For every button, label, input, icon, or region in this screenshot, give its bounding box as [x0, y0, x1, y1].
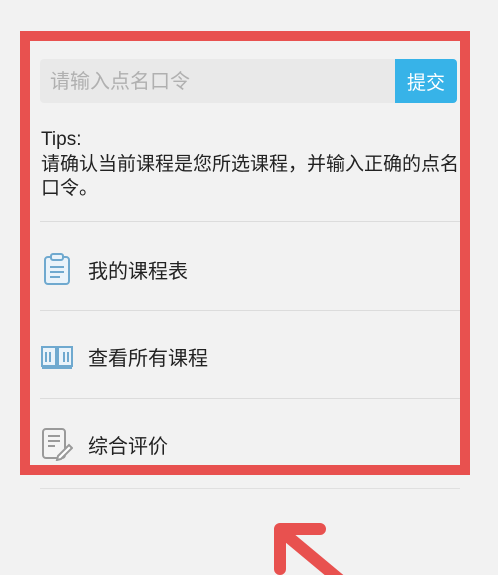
- arrow-annotation: [274, 523, 344, 575]
- highlight-frame: [20, 31, 470, 475]
- page: 提交 Tips: 请确认当前课程是您所选课程，并输入正确的点名口令。 我的课程表: [0, 0, 498, 575]
- divider: [40, 488, 460, 489]
